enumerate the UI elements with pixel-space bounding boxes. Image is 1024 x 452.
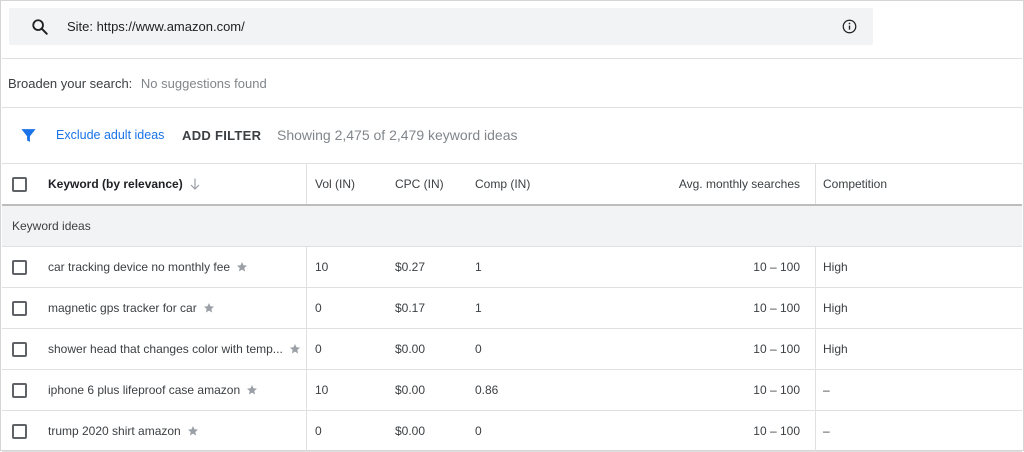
comp-value: 1 [475,301,482,315]
column-divider [815,329,816,369]
table-row: shower head that changes color with temp… [2,329,1022,370]
comp-value: 0.86 [475,383,499,397]
cpc-value: $0.00 [395,424,426,438]
keyword-table: Keyword (by relevance) Vol (IN) CPC (IN)… [2,164,1022,452]
keyword-text: iphone 6 plus lifeproof case amazon [48,383,241,397]
comp-value: 0 [475,424,482,438]
col-header-comp[interactable]: Comp (IN) [475,164,530,204]
table-row: magnetic gps tracker for car 0 $0.17 1 1… [2,288,1022,329]
keyword-text: car tracking device no monthly fee [48,260,231,274]
row-checkbox[interactable] [12,300,27,316]
vol-value: 0 [315,424,322,438]
star-icon[interactable] [187,425,199,437]
avg-monthly-searches-value: 10 – 100 [753,301,800,315]
results-count: Showing 2,475 of 2,479 keyword ideas [277,127,518,143]
select-all-checkbox[interactable] [12,176,27,192]
search-icon [32,19,48,35]
keyword-text: trump 2020 shirt amazon [48,424,181,438]
avg-monthly-searches-value: 10 – 100 [753,260,800,274]
keyword-planner-panel: Site: https://www.amazon.com/ Broaden yo… [0,0,1024,452]
vol-value: 0 [315,342,322,356]
table-row: iphone 6 plus lifeproof case amazon 10 $… [2,370,1022,411]
cpc-value: $0.17 [395,301,426,315]
column-divider [815,411,816,451]
col-header-vol[interactable]: Vol (IN) [315,164,355,204]
column-divider [306,164,307,204]
divider [2,58,1022,59]
group-label: Keyword ideas [12,219,91,233]
star-icon[interactable] [203,302,215,314]
star-icon[interactable] [289,343,301,355]
competition-value: High [823,342,848,356]
row-checkbox[interactable] [12,382,27,398]
table-header-row: Keyword (by relevance) Vol (IN) CPC (IN)… [2,164,1022,206]
cpc-value: $0.27 [395,260,426,274]
competition-value: High [823,301,848,315]
filter-bar: Exclude adult ideas ADD FILTER Showing 2… [1,119,1021,151]
column-divider [306,411,307,451]
col-header-cpc[interactable]: CPC (IN) [395,164,444,204]
col-header-competition[interactable]: Competition [823,164,887,204]
filter-icon[interactable] [20,127,37,144]
competition-value: High [823,260,848,274]
group-row: Keyword ideas [2,206,1022,247]
competition-value: – [823,383,830,397]
sort-down-arrow-icon[interactable] [190,178,200,190]
avg-monthly-searches-value: 10 – 100 [753,424,800,438]
col-header-avg-monthly-searches[interactable]: Avg. monthly searches [679,164,800,204]
exclude-adult-ideas-filter[interactable]: Exclude adult ideas [56,128,164,142]
vol-value: 10 [315,383,329,397]
star-icon[interactable] [246,384,258,396]
info-icon[interactable] [842,19,857,34]
broaden-search: Broaden your search: No suggestions foun… [8,76,267,91]
avg-monthly-searches-value: 10 – 100 [753,383,800,397]
broaden-label: Broaden your search: [8,76,133,91]
comp-value: 1 [475,260,482,274]
broaden-value: No suggestions found [140,76,267,91]
row-checkbox[interactable] [12,259,27,275]
row-checkbox[interactable] [12,341,27,357]
col-header-keyword[interactable]: Keyword (by relevance) [48,164,200,204]
vol-value: 10 [315,260,329,274]
competition-value: – [823,424,830,438]
column-divider [306,247,307,287]
col-header-keyword-label: Keyword (by relevance) [48,177,183,191]
column-divider [306,329,307,369]
comp-value: 0 [475,342,482,356]
column-divider [815,370,816,410]
row-checkbox[interactable] [12,423,27,439]
column-divider [306,288,307,328]
search-bar[interactable]: Site: https://www.amazon.com/ [9,8,873,45]
avg-monthly-searches-value: 10 – 100 [753,342,800,356]
keyword-text: magnetic gps tracker for car [48,301,197,315]
column-divider [815,164,816,204]
divider [2,107,1022,108]
add-filter-button[interactable]: ADD FILTER [182,128,261,143]
star-icon[interactable] [236,261,248,273]
table-row: car tracking device no monthly fee 10 $0… [2,247,1022,288]
vol-value: 0 [315,301,322,315]
column-divider [815,288,816,328]
search-query-text[interactable]: Site: https://www.amazon.com/ [67,19,245,34]
cpc-value: $0.00 [395,383,426,397]
cpc-value: $0.00 [395,342,426,356]
column-divider [815,247,816,287]
keyword-text: shower head that changes color with temp… [48,342,283,356]
table-row: trump 2020 shirt amazon 0 $0.00 0 10 – 1… [2,411,1022,452]
column-divider [306,370,307,410]
